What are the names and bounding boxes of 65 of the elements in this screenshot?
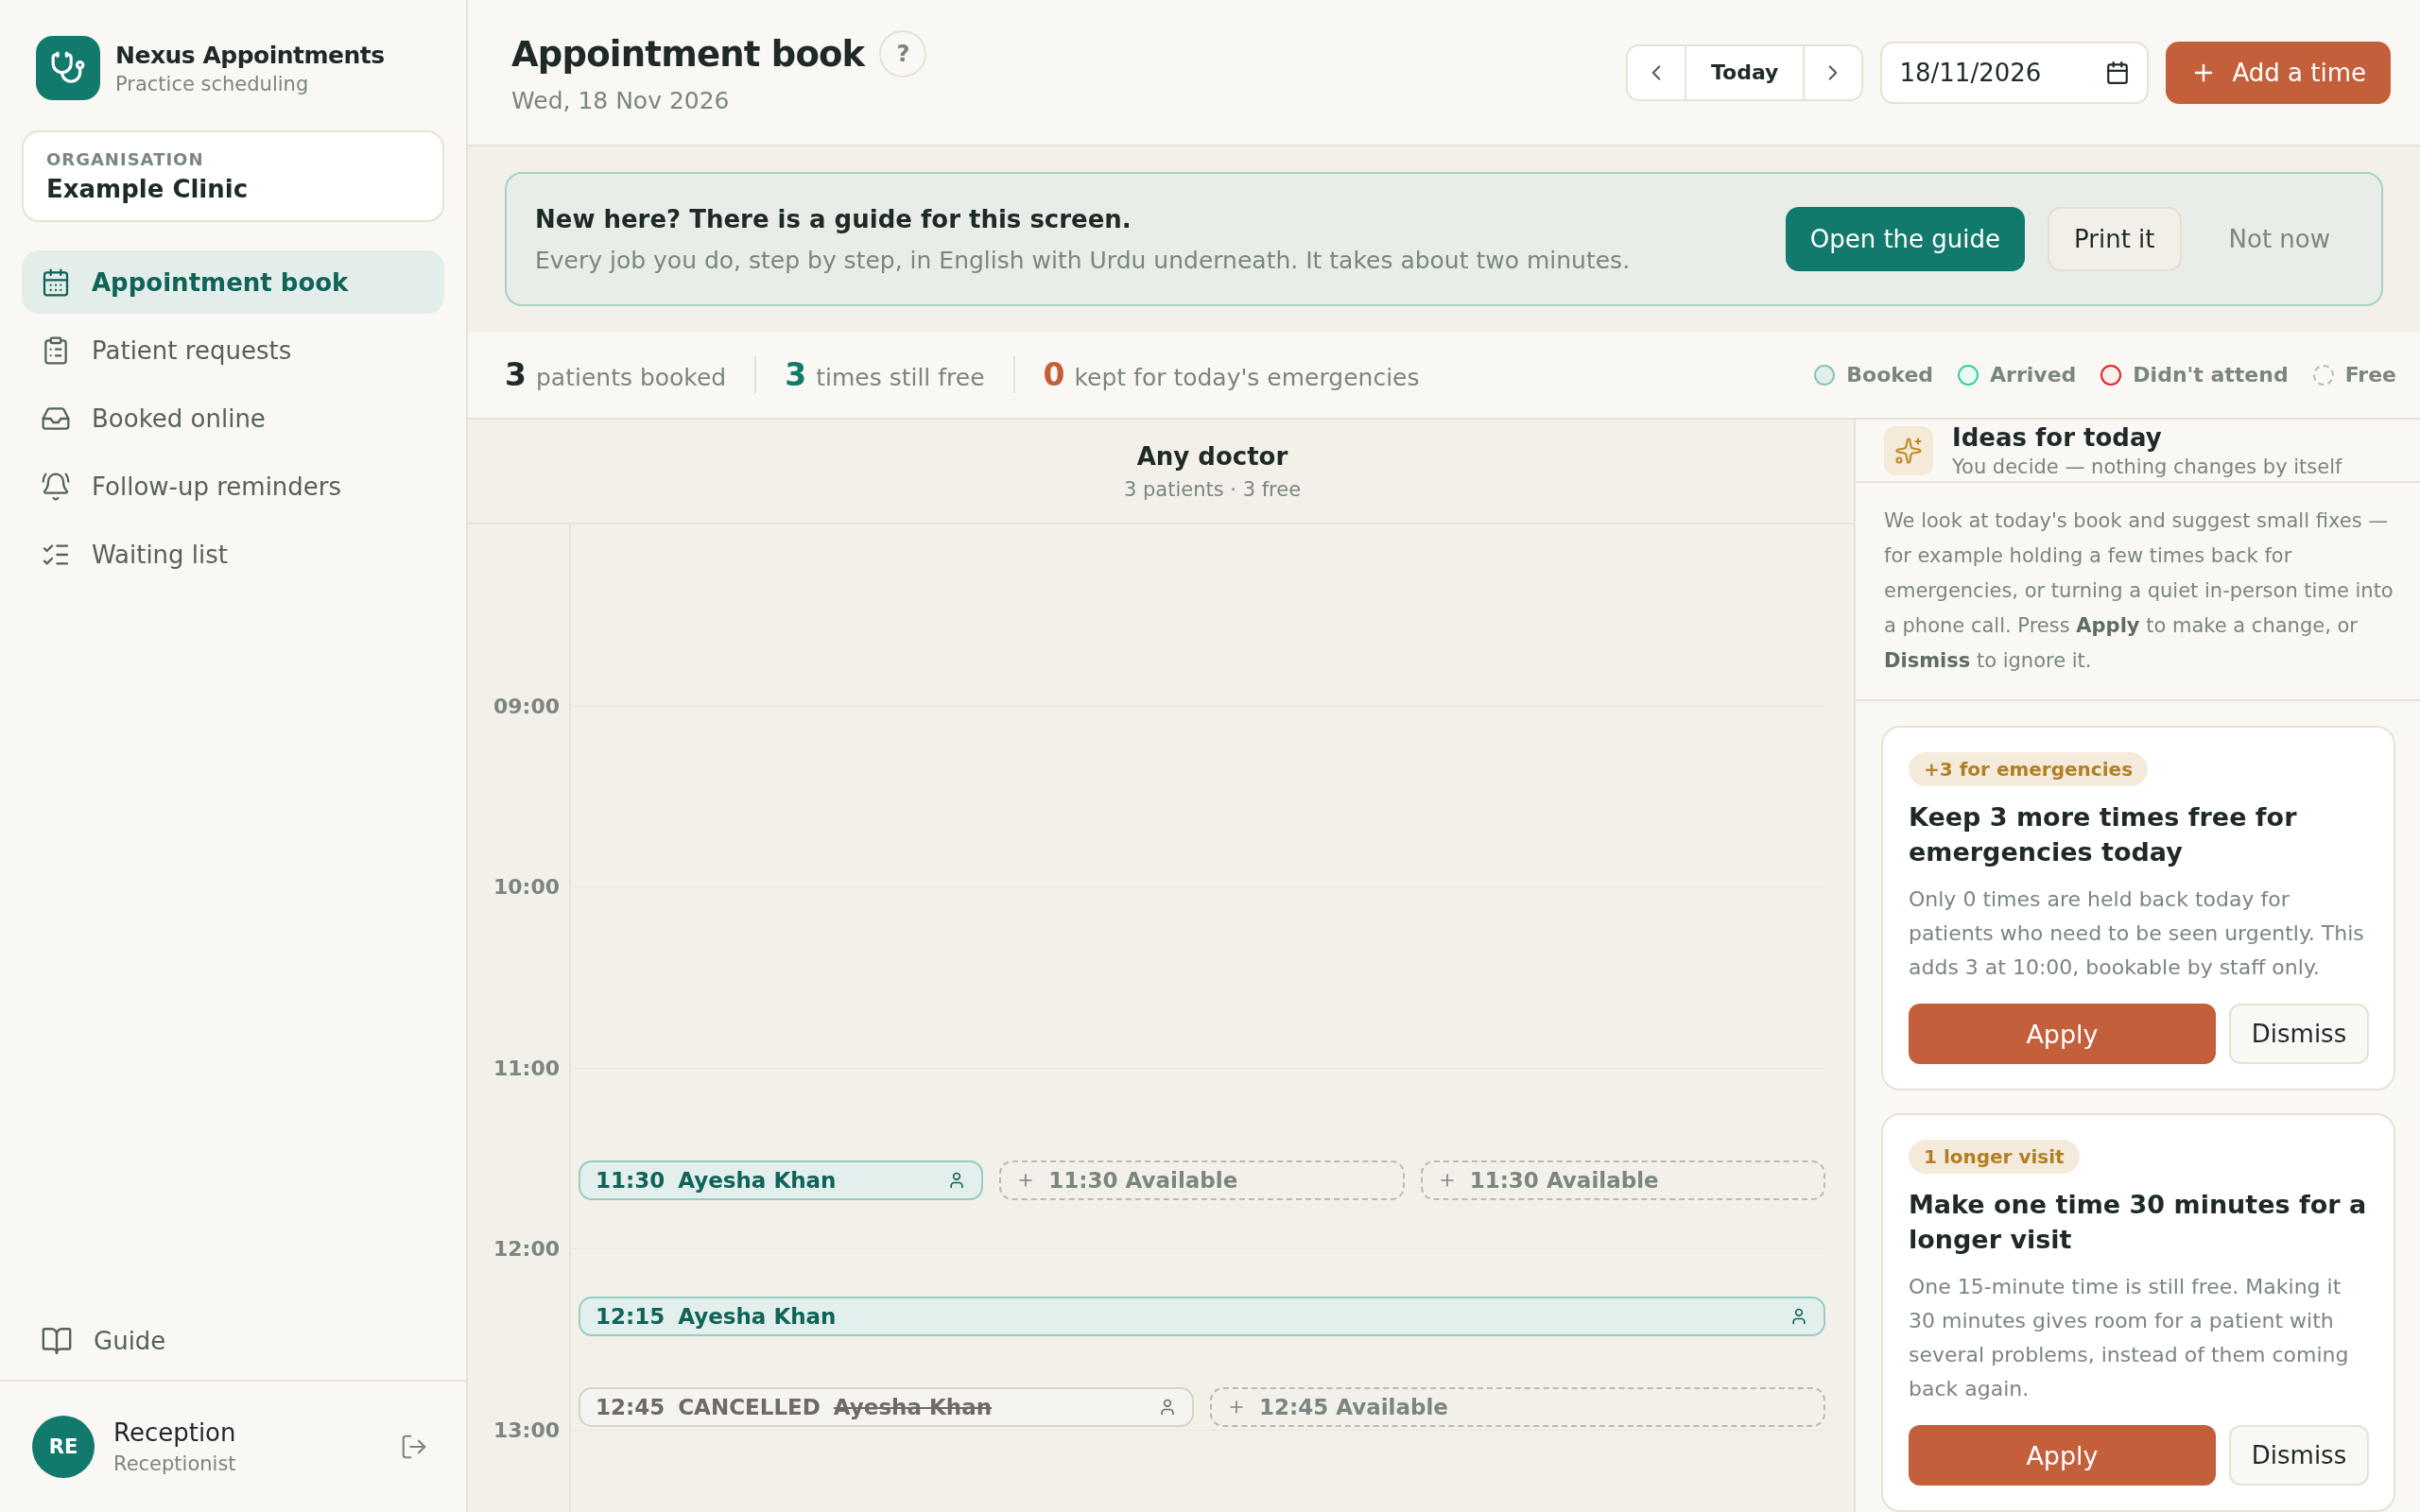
idea-text: Only 0 times are held back today for patients who need to be seen urgently. This adds 3 at 10:00, bookable by staff only. (1909, 886, 2365, 981)
legend-label: Free (2344, 363, 2396, 387)
idea-tag: 1 longer visit (1909, 1140, 2080, 1174)
banner-button[interactable]: Open the guide (1785, 207, 2026, 271)
legend-label: Booked (1846, 363, 1934, 387)
stat-summary: 3 patients booked (505, 356, 728, 393)
organisation-card[interactable]: ORGANISATION Example Clinic (22, 130, 444, 222)
dismiss-button[interactable]: Dismiss (2229, 1425, 2369, 1486)
banner-button[interactable]: Print it (2048, 207, 2182, 271)
cancelled-appointment-slot[interactable]: 12:45 CANCELLED Ayesha Khan (579, 1386, 1194, 1427)
idea-tag: +3 for emergencies (1909, 752, 2149, 786)
hour-label: 09:00 (493, 694, 561, 717)
idea-title: Keep 3 more times free for emergencies today (1909, 801, 2298, 868)
dismiss-button[interactable]: Dismiss (2229, 1004, 2369, 1064)
banner-title: New here? There is a guide for this screen. (535, 204, 1132, 233)
idea-title: Make one time 30 minutes for a longer visit (1909, 1189, 2368, 1256)
page-title: Appointment book (511, 33, 865, 75)
legend-label: Didn't attend (2133, 363, 2289, 387)
ideas-intro: We look at today's book and suggest small fixes — for example holding a few times back for emergencies, or turning a quiet in-person time into a phone call. Press Apply to make a change, or Dismiss to ignore it. (1856, 483, 2420, 701)
hour-label: 12:00 (493, 1236, 561, 1261)
ideas-subtitle: You decide — nothing changes by itself (1952, 455, 2342, 478)
nav-item[interactable]: Patient requests (22, 318, 444, 382)
app-logo (36, 36, 100, 100)
calendar-icon (41, 266, 71, 298)
user-name: Reception (113, 1418, 237, 1447)
idea-text: One 15-minute time is still free. Making it 30 minutes gives room for a patient with several problems, instead of them coming back again. (1909, 1274, 2350, 1402)
guide-link[interactable]: Guide (0, 1309, 466, 1372)
organisation-label: ORGANISATION (46, 149, 205, 169)
help-button[interactable]: ? (879, 30, 927, 77)
stat-summary: 3 times still free (754, 356, 1013, 393)
banner-button[interactable]: Not now (2204, 207, 2355, 271)
apply-button[interactable]: Apply (1909, 1425, 2216, 1486)
nav-item[interactable]: Follow-up reminders (22, 455, 444, 518)
banner-text: Every job you do, step by step, in English with Urdu underneath. It takes about two minutes. (535, 246, 1631, 274)
bell-icon (41, 471, 71, 502)
nav-item[interactable]: Appointment book (22, 250, 444, 314)
app-name: Nexus Appointments (115, 41, 385, 69)
apply-button[interactable]: Apply (1909, 1004, 2216, 1064)
sparkles-icon (1884, 425, 1933, 475)
appointment-slot[interactable]: 12:15 Ayesha Khan (579, 1296, 1825, 1336)
user-avatar: RE (32, 1416, 95, 1478)
date-field[interactable]: 18/11/2026 (1880, 41, 2150, 104)
nav-item[interactable]: Booked online (22, 387, 444, 450)
hour-label: 11:00 (493, 1056, 561, 1079)
nav-item[interactable]: Waiting list (22, 523, 444, 586)
appointment-slot[interactable]: 11:30 Ayesha Khan (579, 1160, 984, 1201)
available-slot[interactable]: 11:30 Available (999, 1160, 1405, 1201)
ideas-title: Ideas for today (1952, 422, 2163, 452)
column-subtitle: 3 patients · 3 free (1123, 477, 1302, 501)
person-icon (1158, 1397, 1177, 1417)
organisation-name: Example Clinic (46, 175, 250, 203)
stat-summary: 0 kept for today's emergencies (1012, 356, 1448, 393)
hour-label: 13:00 (493, 1418, 561, 1441)
add-time-button[interactable]: Add a time (2166, 41, 2391, 104)
available-slot[interactable]: 12:45 Available (1210, 1386, 1825, 1427)
column-title: Any doctor (1136, 441, 1288, 471)
calendar-icon (2105, 60, 2131, 85)
person-icon (1789, 1306, 1808, 1326)
today-button[interactable]: Today (1685, 45, 1806, 99)
app-subtitle: Practice scheduling (115, 72, 310, 95)
user-role: Receptionist (113, 1452, 237, 1475)
hour-label: 10:00 (493, 874, 561, 899)
available-slot[interactable]: 11:30 Available (1420, 1160, 1825, 1201)
current-date: Wed, 18 Nov 2026 (511, 87, 731, 114)
legend-label: Arrived (1990, 363, 2077, 387)
